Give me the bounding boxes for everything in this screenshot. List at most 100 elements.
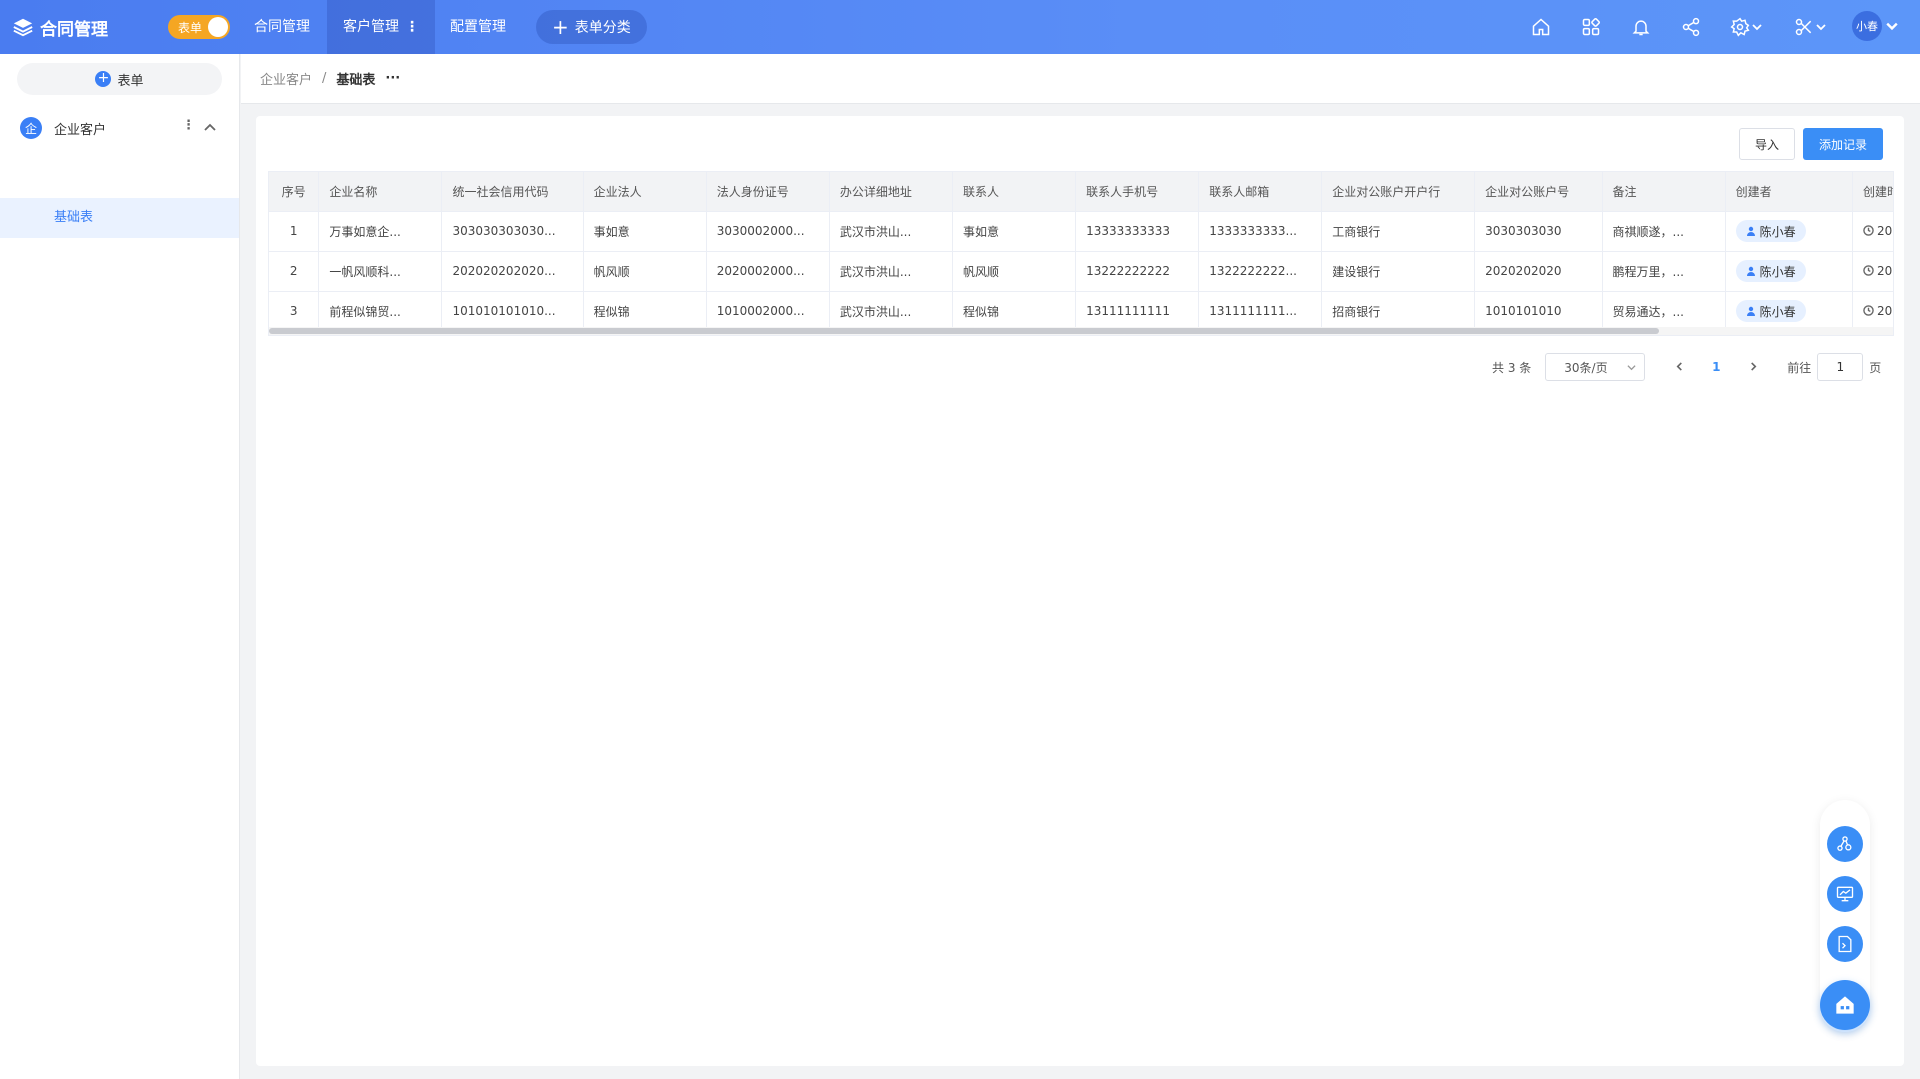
chevron-down-icon	[1816, 24, 1826, 31]
table-row[interactable]: 3 前程似锦贸... 101010101010... 程似锦 101000200…	[269, 291, 1893, 332]
table-cell: 帆风顺	[952, 251, 1077, 292]
table-cell: 2022-03-15 09:32:	[1852, 291, 1893, 332]
table-row[interactable]: 1 万事如意企... 303030303030... 事如意 303000200…	[269, 211, 1893, 252]
content-card: 导入 添加记录 序号 企业名称 统一社会信用代码 企业法人 法人身份证号 办公详…	[256, 116, 1904, 1066]
toggle-knob	[208, 17, 228, 37]
table-cell: 陈小春	[1725, 211, 1853, 252]
more-horizontal-icon[interactable]: ···	[385, 71, 400, 86]
table-cell: 1	[269, 211, 320, 252]
creator-tag: 陈小春	[1735, 220, 1806, 242]
total-count: 共 3 条	[1492, 360, 1532, 375]
column-header[interactable]: 统一社会信用代码	[441, 172, 584, 212]
table-cell: 招商银行	[1321, 291, 1476, 332]
user-icon	[1746, 266, 1755, 276]
mode-toggle-label: 表单	[178, 20, 203, 35]
column-header[interactable]: 联系人邮箱	[1198, 172, 1323, 212]
creator-name: 陈小春	[1759, 224, 1796, 239]
tools-dropdown[interactable]	[1792, 16, 1828, 38]
new-form-label: 表单	[117, 73, 144, 89]
column-header[interactable]: 序号	[269, 172, 320, 212]
goto-suffix: 页	[1869, 360, 1882, 375]
chevron-left-icon	[1676, 362, 1682, 371]
home-float-button[interactable]	[1820, 980, 1870, 1030]
form-mode-toggle[interactable]: 表单	[168, 15, 230, 39]
table-cell: 13333333333	[1075, 211, 1200, 252]
table-cell: 1311111111...	[1198, 291, 1323, 332]
import-button[interactable]: 导入	[1739, 128, 1795, 160]
user-icon	[1746, 306, 1755, 316]
chevron-down-icon	[1752, 24, 1762, 31]
presentation-chart-icon	[1836, 886, 1854, 902]
column-header[interactable]: 企业对公账户开户行	[1321, 172, 1476, 212]
table-cell: 一帆风顺科...	[318, 251, 443, 292]
chevron-down-icon	[1627, 364, 1636, 370]
table-cell: 工商银行	[1321, 211, 1476, 252]
column-header[interactable]: 联系人手机号	[1075, 172, 1200, 212]
new-form-button[interactable]: + 表单	[17, 63, 222, 95]
nav-customer-management[interactable]: 客户管理 ⋮	[327, 0, 435, 54]
creator-tag: 陈小春	[1735, 300, 1806, 322]
enterprise-icon: 企	[20, 117, 42, 139]
column-header[interactable]: 联系人	[952, 172, 1077, 212]
sidebar-item-basic-table[interactable]: 基础表	[0, 198, 239, 238]
column-header[interactable]: 创建时间	[1852, 172, 1893, 212]
sidebar-item-label: 基础表	[54, 210, 94, 225]
add-record-button[interactable]: 添加记录	[1803, 128, 1883, 160]
table-cell: 2022-03-15 09:37:	[1852, 211, 1893, 252]
nav-contract-management[interactable]: 合同管理	[238, 0, 326, 54]
home-icon[interactable]	[1530, 16, 1552, 38]
table-cell: 202020202020...	[441, 251, 584, 292]
table-cell: 建设银行	[1321, 251, 1476, 292]
scrollbar-thumb[interactable]	[269, 328, 1659, 334]
creator-tag: 陈小春	[1735, 260, 1806, 282]
column-header[interactable]: 企业法人	[583, 172, 707, 212]
layers-icon	[13, 18, 33, 37]
horizontal-scrollbar[interactable]	[269, 327, 1893, 335]
table-cell: 武汉市洪山...	[829, 251, 953, 292]
data-table: 序号 企业名称 统一社会信用代码 企业法人 法人身份证号 办公详细地址 联系人 …	[268, 171, 1894, 336]
next-page-button[interactable]	[1739, 360, 1767, 374]
page-number-current[interactable]: 1	[1699, 360, 1733, 374]
column-header[interactable]: 备注	[1602, 172, 1726, 212]
column-header[interactable]: 企业名称	[318, 172, 443, 212]
sidebar-group-enterprise-customers[interactable]: 企 企业客户 ⋮	[0, 110, 239, 146]
chevron-up-icon[interactable]	[203, 121, 217, 139]
more-vertical-icon[interactable]: ⋮	[182, 118, 195, 133]
table-cell: 2020002000...	[706, 251, 830, 292]
page-size-select[interactable]: 30条/页	[1545, 353, 1646, 381]
table-cell: 1333333333...	[1198, 211, 1323, 252]
breadcrumb-parent[interactable]: 企业客户	[260, 69, 312, 88]
floating-toolbar	[1820, 800, 1870, 1032]
table-cell: 1322222222...	[1198, 251, 1323, 292]
nav-label: 客户管理	[343, 19, 399, 35]
script-console-button[interactable]	[1827, 926, 1863, 962]
user-menu[interactable]: 小春	[1852, 11, 1898, 41]
workflow-settings-button[interactable]	[1827, 826, 1863, 862]
column-header[interactable]: 企业对公账户号	[1474, 172, 1603, 212]
dashboard-button[interactable]	[1827, 876, 1863, 912]
bell-icon[interactable]	[1630, 16, 1652, 38]
chevron-down-icon	[1886, 22, 1898, 31]
add-form-category-button[interactable]: + 表单分类	[536, 10, 647, 44]
settings-dropdown[interactable]	[1728, 16, 1764, 38]
user-icon	[1746, 226, 1755, 236]
nav-config-management[interactable]: 配置管理	[434, 0, 522, 54]
apps-grid-icon[interactable]	[1580, 16, 1602, 38]
table-cell: 事如意	[583, 211, 707, 252]
table-cell: 商祺顺遂，...	[1602, 211, 1726, 252]
column-header[interactable]: 创建者	[1725, 172, 1853, 212]
column-header[interactable]: 办公详细地址	[829, 172, 953, 212]
goto-page-input[interactable]: 1	[1817, 353, 1864, 381]
more-vertical-icon[interactable]: ⋮	[405, 19, 419, 35]
app-logo[interactable]: 合同管理	[12, 14, 108, 40]
table-cell: 2020202020	[1474, 251, 1603, 292]
app-title: 合同管理	[40, 19, 108, 40]
column-header[interactable]: 法人身份证号	[706, 172, 830, 212]
share-icon[interactable]	[1680, 16, 1702, 38]
prev-page-button[interactable]	[1665, 360, 1693, 374]
table-row[interactable]: 2 一帆风顺科... 202020202020... 帆风顺 202000200…	[269, 251, 1893, 292]
nav-label: 配置管理	[450, 19, 506, 35]
breadcrumb-separator: /	[322, 71, 327, 86]
table-cell: 武汉市洪山...	[829, 211, 953, 252]
table-cell: 武汉市洪山...	[829, 291, 953, 332]
